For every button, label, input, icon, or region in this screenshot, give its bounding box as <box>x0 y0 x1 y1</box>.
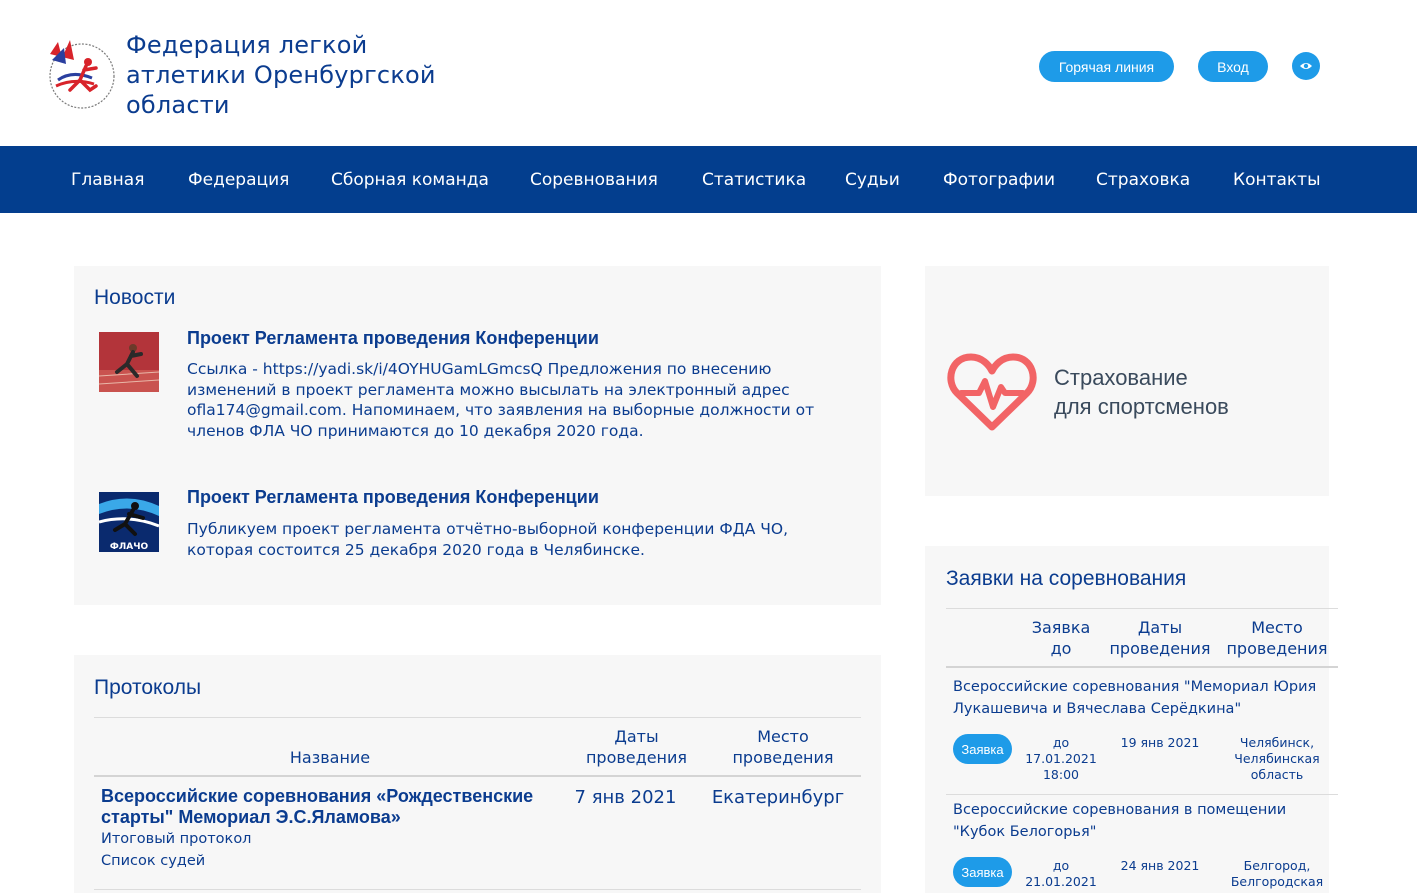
application-button-2[interactable]: Заявка <box>953 857 1012 887</box>
main-navbar: Главная Федерация Сборная команда Соревн… <box>0 146 1417 213</box>
nav-item-competitions[interactable]: Соревнования <box>530 170 658 190</box>
eye-icon <box>1300 63 1312 69</box>
protocols-col-dates: Даты проведения <box>585 727 688 767</box>
insurance-banner[interactable]: Страхование для спортсменов <box>925 266 1329 496</box>
protocol-judges-link[interactable]: Список судей <box>101 853 205 869</box>
application-place-2: Белгород, Белгородская <box>1230 858 1324 889</box>
protocols-panel: Протоколы Название Даты проведения Место… <box>74 655 881 893</box>
protocol-name[interactable]: Всероссийские соревнования «Рождественск… <box>101 786 551 828</box>
news-panel: Новости Проект Регламента проведения Кон… <box>74 266 881 605</box>
application-place-1: Челябинск, Челябинская область <box>1234 735 1320 782</box>
nav-item-team[interactable]: Сборная команда <box>331 170 489 190</box>
divider <box>94 717 861 718</box>
site-header: Федерация легкой атлетики Оренбургской о… <box>0 0 1417 146</box>
heart-pulse-icon <box>947 353 1037 431</box>
application-name-2[interactable]: Всероссийские соревнования в помещении "… <box>953 800 1333 843</box>
banner-title-line2: для спортсменов <box>1054 394 1229 419</box>
application-deadline-1: до 17.01.2021 18:00 <box>1025 735 1097 782</box>
applications-col-dates: Даты проведения <box>1109 618 1211 658</box>
table-header-divider <box>946 666 1338 668</box>
news-thumb-flacho[interactable]: ФЛАЧО <box>99 492 159 552</box>
protocol-place: Екатеринбург <box>711 787 845 808</box>
nav-item-insurance[interactable]: Страховка <box>1096 170 1190 190</box>
site-title[interactable]: Федерация легкой атлетики Оренбургской о… <box>126 30 466 120</box>
applications-heading: Заявки на соревнования <box>946 567 1187 590</box>
table-header-divider <box>94 775 861 777</box>
application-name-1[interactable]: Всероссийские соревнования "Мемориал Юри… <box>953 677 1333 720</box>
divider <box>94 889 861 890</box>
news-title-1[interactable]: Проект Регламента проведения Конференции <box>187 328 599 349</box>
news-heading: Новости <box>94 286 176 309</box>
login-button[interactable]: Вход <box>1198 51 1268 82</box>
nav-item-federation[interactable]: Федерация <box>188 170 289 190</box>
federation-logo-icon[interactable] <box>44 34 120 112</box>
news-text-1: Ссылка - https://yadi.sk/i/4OYHUGamLGmcs… <box>187 360 815 440</box>
divider <box>946 608 1338 609</box>
protocols-heading: Протоколы <box>94 676 202 699</box>
application-button-1[interactable]: Заявка <box>953 734 1012 764</box>
protocol-final-link[interactable]: Итоговый протокол <box>101 831 251 847</box>
protocols-col-name: Название <box>289 748 371 767</box>
accessibility-button[interactable] <box>1292 52 1320 80</box>
applications-col-deadline: Заявка до <box>1031 618 1091 658</box>
news-title-2[interactable]: Проект Регламента проведения Конференции <box>187 487 599 508</box>
protocol-date: 7 янв 2021 <box>574 787 677 808</box>
nav-item-judges[interactable]: Судьи <box>845 170 900 190</box>
nav-item-photos[interactable]: Фотографии <box>943 170 1055 190</box>
banner-title: Страхование для спортсменов <box>1054 363 1229 421</box>
application-deadline-2: до 21.01.2021 <box>1025 858 1097 889</box>
news-thumb-runner[interactable] <box>99 332 159 392</box>
nav-item-statistics[interactable]: Статистика <box>702 170 806 190</box>
news-text-2: Публикуем проект регламента отчётно-выбо… <box>187 520 789 559</box>
nav-item-contacts[interactable]: Контакты <box>1233 170 1321 190</box>
hotline-button[interactable]: Горячая линия <box>1039 51 1174 82</box>
nav-item-main[interactable]: Главная <box>71 170 144 190</box>
applications-col-place: Место проведения <box>1226 618 1328 658</box>
protocols-col-place: Место проведения <box>732 727 834 767</box>
applications-panel: Заявки на соревнования Заявка до Даты пр… <box>925 546 1338 893</box>
banner-title-line1: Страхование <box>1054 365 1188 390</box>
svg-text:ФЛАЧО: ФЛАЧО <box>110 542 149 552</box>
application-date-2: 24 янв 2021 <box>1120 858 1200 873</box>
divider <box>946 794 1338 795</box>
application-date-1: 19 янв 2021 <box>1120 735 1200 750</box>
